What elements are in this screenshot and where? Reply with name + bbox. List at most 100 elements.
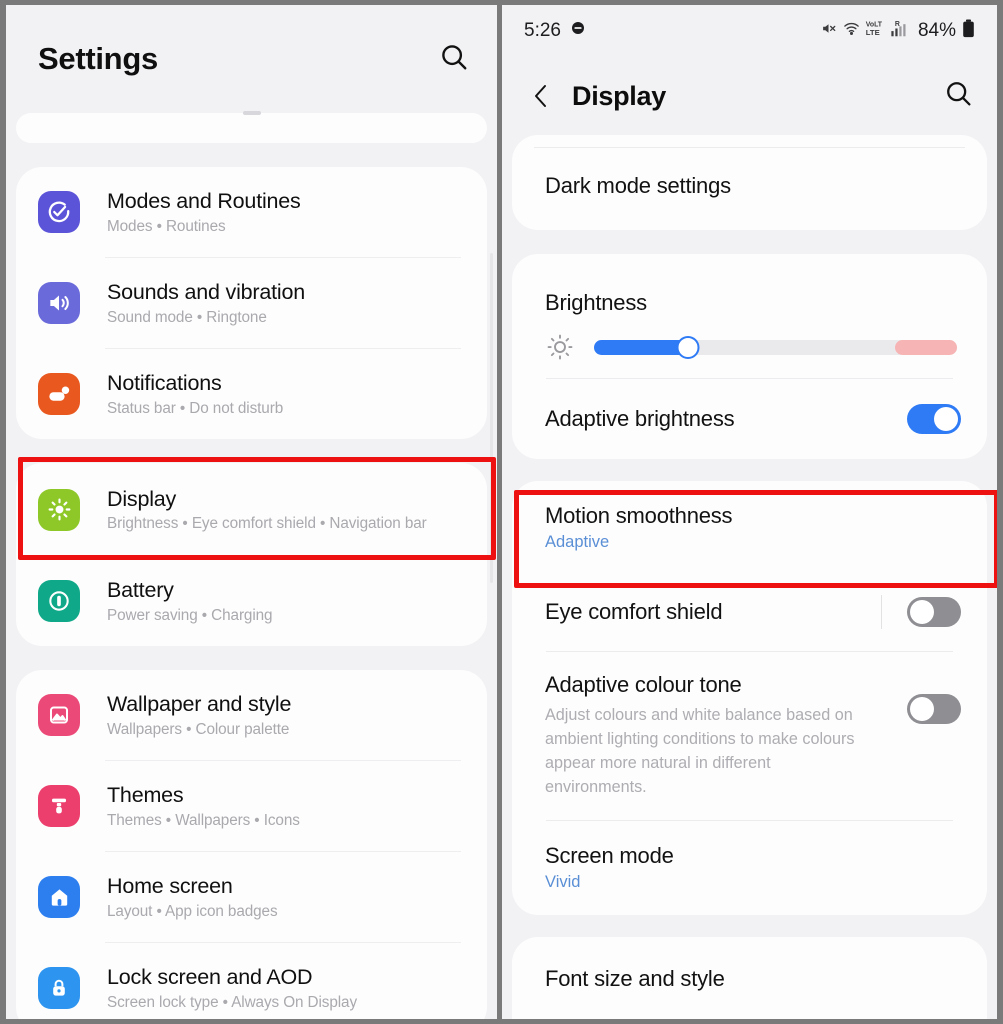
list-item-title: Wallpaper and style: [107, 692, 292, 717]
sidebar-item-themes[interactable]: Themes Themes • Wallpapers • Icons: [16, 761, 487, 851]
sidebar-item-home-screen[interactable]: Home screen Layout • App icon badges: [16, 852, 487, 942]
back-chevron-icon[interactable]: [530, 81, 552, 111]
status-bar: 5:26 VoLT LTE R 84%: [502, 5, 997, 57]
list-item-title: Modes and Routines: [107, 189, 301, 214]
status-bar-right: VoLT LTE R 84%: [821, 19, 975, 44]
list-item-title: Sounds and vibration: [107, 280, 306, 305]
sidebar-item-sounds-and-vibration[interactable]: Sounds and vibration Sound mode • Ringto…: [16, 258, 487, 348]
sidebar-item-display[interactable]: Display Brightness • Eye comfort shield …: [16, 463, 487, 556]
row-eye-comfort-shield[interactable]: Eye comfort shield: [512, 573, 987, 651]
wallpaper-icon: [38, 694, 80, 736]
dual-screenshot-comparison: Settings Modes and Routines Modes • Rout…: [0, 0, 1003, 1024]
scrollbar[interactable]: [490, 253, 493, 583]
row-label: Dark mode settings: [545, 173, 731, 198]
svg-text:LTE: LTE: [866, 28, 880, 37]
slider-fill: [594, 340, 689, 355]
do-not-disturb-icon: [570, 20, 586, 42]
signal-bars-roaming-icon: R: [890, 19, 910, 44]
row-adaptive-brightness[interactable]: Adaptive brightness: [512, 379, 987, 459]
notifications-icon: [38, 373, 80, 415]
row-font-size-and-style[interactable]: Font size and style: [512, 937, 987, 1019]
card-font-and-zoom: Font size and style Screen zoom: [512, 936, 987, 1022]
home-screen-icon: [38, 876, 80, 918]
slider-high-brightness-zone: [895, 340, 957, 355]
list-item-subtitle: Themes • Wallpapers • Icons: [107, 811, 300, 829]
card-brightness: Brightness Adaptive brightness: [512, 254, 987, 459]
slider-thumb[interactable]: [676, 336, 700, 359]
brightness-slider-row[interactable]: [512, 316, 987, 378]
card-dark-mode: Dark mode settings: [512, 135, 987, 230]
right-phone-display-screen: 5:26 VoLT LTE R 84% Display Dark mode se…: [497, 0, 1003, 1024]
row-value: Adaptive: [545, 532, 610, 551]
page-title: Display: [572, 80, 666, 111]
adaptive-colour-tone-toggle[interactable]: [907, 694, 961, 724]
toggle-knob: [910, 697, 934, 721]
settings-group-2: Display Brightness • Eye comfort shield …: [16, 463, 487, 646]
card-motion-and-colour: Motion smoothness Adaptive Eye comfort s…: [512, 481, 987, 915]
row-dark-mode-settings[interactable]: Dark mode settings: [512, 148, 987, 224]
row-label: Motion smoothness: [545, 502, 733, 528]
row-label: Adaptive colour tone: [545, 672, 742, 697]
sound-vibration-icon: [38, 282, 80, 324]
list-item-subtitle: Sound mode • Ringtone: [107, 308, 267, 326]
left-phone-settings-screen: Settings Modes and Routines Modes • Rout…: [0, 0, 497, 1024]
status-bar-left: 5:26: [524, 20, 586, 42]
list-item-subtitle: Modes • Routines: [107, 217, 226, 235]
list-item-subtitle: Screen lock type • Always On Display: [107, 993, 358, 1011]
list-item-title: Notifications: [107, 371, 222, 396]
wifi-icon: [843, 20, 860, 43]
brightness-label: Brightness: [545, 290, 647, 315]
svg-text:R: R: [895, 20, 900, 27]
row-brightness-label: Brightness: [512, 254, 987, 316]
adaptive-brightness-toggle[interactable]: [907, 404, 961, 434]
list-item-subtitle: Layout • App icon badges: [107, 902, 278, 920]
list-item-title: Themes: [107, 783, 184, 808]
display-header: Display: [502, 57, 997, 135]
row-label: Eye comfort shield: [545, 599, 723, 624]
sidebar-item-lock-screen-and-aod[interactable]: Lock screen and AOD Screen lock type • A…: [16, 943, 487, 1019]
battery-percent-label: 84%: [917, 20, 956, 41]
eye-comfort-shield-toggle[interactable]: [907, 597, 961, 627]
search-icon[interactable]: [944, 79, 973, 113]
battery-icon: [38, 580, 80, 622]
list-item-title: Home screen: [107, 874, 233, 899]
divider: [546, 1021, 953, 1022]
page-title: Settings: [38, 41, 158, 76]
sidebar-item-notifications[interactable]: Notifications Status bar • Do not distur…: [16, 349, 487, 439]
modes-routines-icon: [38, 191, 80, 233]
sound-muted-icon: [821, 20, 838, 43]
toggle-knob: [910, 600, 934, 624]
card-gap: [6, 143, 497, 167]
list-item-title: Lock screen and AOD: [107, 965, 313, 990]
brightness-slider[interactable]: [594, 336, 957, 359]
search-icon[interactable]: [439, 42, 469, 77]
row-value: Vivid: [545, 873, 581, 892]
battery-full-icon: [962, 19, 975, 44]
row-screen-mode[interactable]: Screen mode Vivid: [512, 821, 987, 915]
settings-list[interactable]: Modes and Routines Modes • Routines Soun…: [6, 113, 497, 1019]
toggle-divider: [881, 595, 882, 629]
row-description: Adjust colours and white balance based o…: [545, 706, 855, 796]
list-item-subtitle: Power saving • Charging: [107, 606, 273, 624]
partial-list-card-top: [16, 113, 487, 143]
row-label: Screen mode: [545, 843, 674, 869]
card-gap: [502, 459, 997, 481]
row-adaptive-colour-tone[interactable]: Adaptive colour tone Adjust colours and …: [512, 652, 987, 820]
row-motion-smoothness[interactable]: Motion smoothness Adaptive: [512, 481, 987, 573]
row-label: Adaptive brightness: [545, 406, 735, 431]
sidebar-item-battery[interactable]: Battery Power saving • Charging: [16, 556, 487, 646]
lock-screen-icon: [38, 967, 80, 1009]
themes-icon: [38, 785, 80, 827]
status-bar-time: 5:26: [524, 20, 561, 41]
settings-header: Settings: [6, 5, 497, 113]
card-gap: [6, 439, 497, 463]
settings-group-3: Wallpaper and style Wallpapers • Colour …: [16, 670, 487, 1019]
list-item-subtitle: Wallpapers • Colour palette: [107, 720, 290, 738]
card-gap: [502, 230, 997, 254]
volte-lte-icon: VoLT LTE: [865, 19, 885, 43]
toggle-knob: [934, 407, 958, 431]
sidebar-item-modes-and-routines[interactable]: Modes and Routines Modes • Routines: [16, 167, 487, 257]
list-item-subtitle: Brightness • Eye comfort shield • Naviga…: [107, 515, 427, 533]
sidebar-item-wallpaper-and-style[interactable]: Wallpaper and style Wallpapers • Colour …: [16, 670, 487, 760]
row-label: Font size and style: [545, 965, 725, 991]
